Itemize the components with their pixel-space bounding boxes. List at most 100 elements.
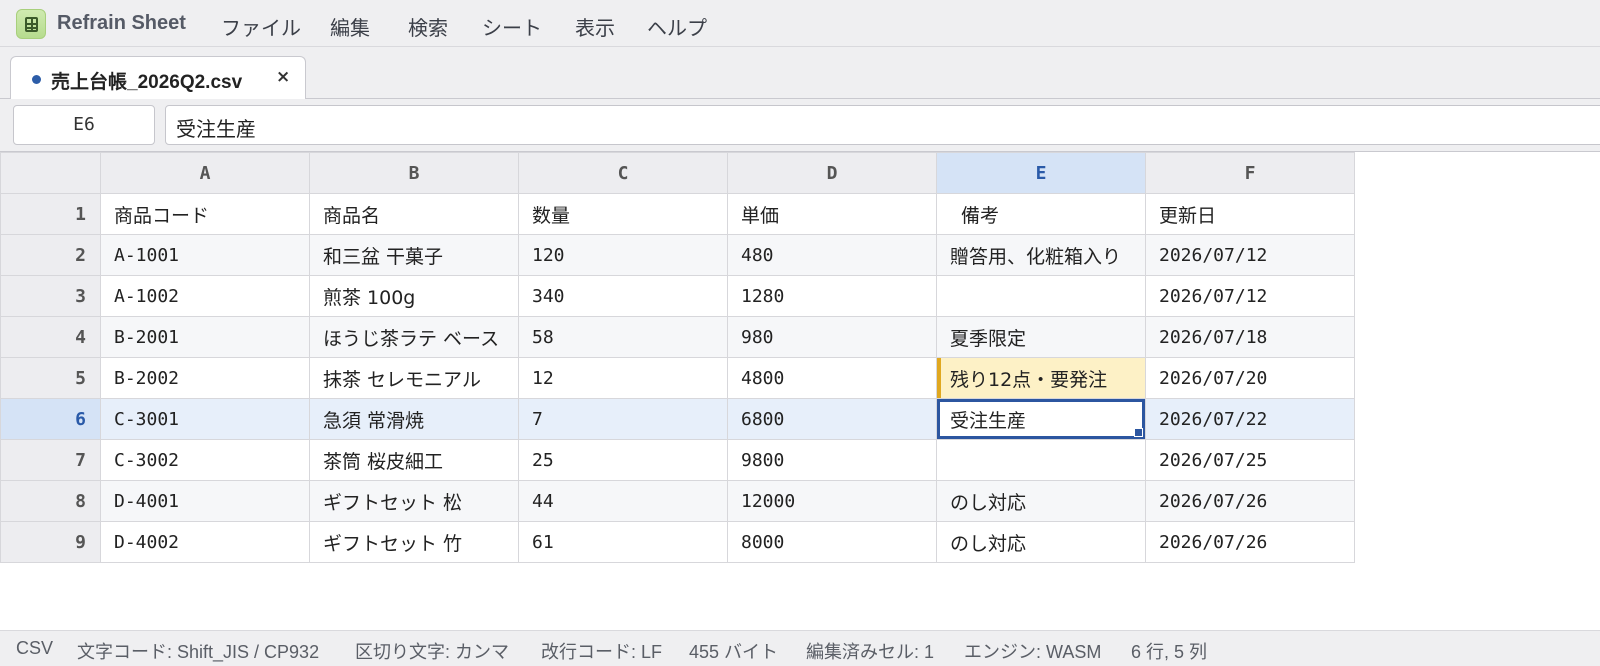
cell-c6[interactable]: 7 — [518, 398, 728, 440]
formula-input[interactable]: 受注生産 — [165, 105, 1600, 145]
table-row: 8 D-4001 ギフトセット 松 44 12000 のし対応 2026/07/… — [0, 480, 1355, 522]
cell-d9[interactable]: 8000 — [727, 521, 937, 563]
cell-f2[interactable]: 2026/07/12 — [1145, 234, 1355, 276]
cell-c2[interactable]: 120 — [518, 234, 728, 276]
status-bar: CSV 文字コード: Shift_JIS / CP932 区切り文字: カンマ … — [0, 630, 1600, 666]
status-dimensions: 6 行, 5 列 — [1131, 642, 1208, 662]
cell-f6[interactable]: 2026/07/22 — [1145, 398, 1355, 440]
menu-file[interactable]: ファイル — [215, 10, 307, 43]
cell-d1[interactable]: 単価 — [727, 193, 937, 235]
tab-file[interactable]: 売上台帳_2026Q2.csv × — [10, 56, 306, 100]
cell-f7[interactable]: 2026/07/25 — [1145, 439, 1355, 481]
cell-e8[interactable]: のし対応 — [936, 480, 1146, 522]
select-all-corner[interactable] — [0, 152, 101, 194]
column-header-a[interactable]: A — [100, 152, 310, 194]
active-cell-value: 受注生産 — [950, 409, 1027, 432]
status-delimiter[interactable]: 区切り文字: カンマ — [355, 638, 509, 664]
table-row: 1 商品コード 商品名 数量 単価 備考 更新日 — [0, 193, 1355, 235]
cell-d2[interactable]: 480 — [727, 234, 937, 276]
cell-d3[interactable]: 1280 — [727, 275, 937, 317]
cell-d6[interactable]: 6800 — [727, 398, 937, 440]
cell-b7[interactable]: 茶筒 桜皮細工 — [309, 439, 519, 481]
cell-e3[interactable] — [936, 275, 1146, 317]
tab-label: 売上台帳_2026Q2.csv — [51, 72, 243, 93]
cell-b4[interactable]: ほうじ茶ラテ ベース — [309, 316, 519, 358]
table-row: 5 B-2002 抹茶 セレモニアル 12 4800 残り12点・要発注 202… — [0, 357, 1355, 399]
cell-d5[interactable]: 4800 — [727, 357, 937, 399]
row-header[interactable]: 4 — [0, 316, 101, 358]
cell-f8[interactable]: 2026/07/26 — [1145, 480, 1355, 522]
cell-c1[interactable]: 数量 — [518, 193, 728, 235]
cell-a8[interactable]: D-4001 — [100, 480, 310, 522]
menu-help[interactable]: ヘルプ — [641, 10, 713, 43]
cell-e2[interactable]: 贈答用、化粧箱入り — [936, 234, 1146, 276]
cell-c5[interactable]: 12 — [518, 357, 728, 399]
cell-reference-box[interactable]: E6 — [13, 105, 155, 145]
row-header[interactable]: 5 — [0, 357, 101, 399]
cell-f3[interactable]: 2026/07/12 — [1145, 275, 1355, 317]
cell-c8[interactable]: 44 — [518, 480, 728, 522]
table-row: 2 A-1001 和三盆 干菓子 120 480 贈答用、化粧箱入り 2026/… — [0, 234, 1355, 276]
cell-b1[interactable]: 商品名 — [309, 193, 519, 235]
cell-a4[interactable]: B-2001 — [100, 316, 310, 358]
status-line-ending[interactable]: 改行コード: LF — [541, 638, 662, 664]
cell-b2[interactable]: 和三盆 干菓子 — [309, 234, 519, 276]
status-edited-cells: 編集済みセル: 1 — [806, 642, 935, 662]
cell-a7[interactable]: C-3002 — [100, 439, 310, 481]
cell-a2[interactable]: A-1001 — [100, 234, 310, 276]
column-header-c[interactable]: C — [518, 152, 728, 194]
column-header-f[interactable]: F — [1145, 152, 1355, 194]
cell-c4[interactable]: 58 — [518, 316, 728, 358]
cell-a6[interactable]: C-3001 — [100, 398, 310, 440]
cell-c7[interactable]: 25 — [518, 439, 728, 481]
cell-c9[interactable]: 61 — [518, 521, 728, 563]
row-header[interactable]: 9 — [0, 521, 101, 563]
cell-f4[interactable]: 2026/07/18 — [1145, 316, 1355, 358]
row-header[interactable]: 8 — [0, 480, 101, 522]
formula-bar: E6 受注生産 — [0, 99, 1600, 152]
status-encoding[interactable]: 文字コード: Shift_JIS / CP932 — [77, 638, 319, 664]
fill-handle[interactable] — [1134, 428, 1143, 437]
column-header-e[interactable]: E — [936, 152, 1146, 194]
cell-e1[interactable]: 備考 — [936, 193, 1146, 235]
active-cell-e6[interactable]: 受注生産 — [936, 398, 1146, 440]
cell-a3[interactable]: A-1002 — [100, 275, 310, 317]
cell-f1[interactable]: 更新日 — [1145, 193, 1355, 235]
unsaved-dot-icon — [32, 75, 41, 84]
cell-f5[interactable]: 2026/07/20 — [1145, 357, 1355, 399]
cell-b5[interactable]: 抹茶 セレモニアル — [309, 357, 519, 399]
cell-b6[interactable]: 急須 常滑焼 — [309, 398, 519, 440]
close-icon[interactable]: × — [276, 67, 290, 87]
cell-a1[interactable]: 商品コード — [100, 193, 310, 235]
status-engine: エンジン: WASM — [964, 642, 1102, 662]
cell-a9[interactable]: D-4002 — [100, 521, 310, 563]
menu-view[interactable]: 表示 — [569, 10, 621, 43]
column-header-d[interactable]: D — [727, 152, 937, 194]
tab-bar: 売上台帳_2026Q2.csv × — [0, 47, 1600, 100]
cell-b3[interactable]: 煎茶 100g — [309, 275, 519, 317]
cell-e7[interactable] — [936, 439, 1146, 481]
cell-d8[interactable]: 12000 — [727, 480, 937, 522]
table-row: 4 B-2001 ほうじ茶ラテ ベース 58 980 夏季限定 2026/07/… — [0, 316, 1355, 358]
cell-b9[interactable]: ギフトセット 竹 — [309, 521, 519, 563]
cell-a5[interactable]: B-2002 — [100, 357, 310, 399]
cell-c3[interactable]: 340 — [518, 275, 728, 317]
cell-b8[interactable]: ギフトセット 松 — [309, 480, 519, 522]
cell-f9[interactable]: 2026/07/26 — [1145, 521, 1355, 563]
menu-sheet[interactable]: シート — [476, 10, 548, 43]
spreadsheet-icon — [16, 9, 46, 39]
row-header[interactable]: 3 — [0, 275, 101, 317]
cell-d4[interactable]: 980 — [727, 316, 937, 358]
row-header[interactable]: 2 — [0, 234, 101, 276]
column-header-b[interactable]: B — [309, 152, 519, 194]
row-header[interactable]: 7 — [0, 439, 101, 481]
row-header-selected[interactable]: 6 — [0, 398, 101, 440]
menu-search[interactable]: 検索 — [402, 10, 454, 43]
row-header[interactable]: 1 — [0, 193, 101, 235]
cell-d7[interactable]: 9800 — [727, 439, 937, 481]
cell-e4[interactable]: 夏季限定 — [936, 316, 1146, 358]
cell-e5-warning[interactable]: 残り12点・要発注 — [936, 357, 1146, 399]
menu-edit[interactable]: 編集 — [324, 10, 376, 43]
table-row-selected: 6 C-3001 急須 常滑焼 7 6800 受注生産 2026/07/22 — [0, 398, 1355, 440]
cell-e9[interactable]: のし対応 — [936, 521, 1146, 563]
